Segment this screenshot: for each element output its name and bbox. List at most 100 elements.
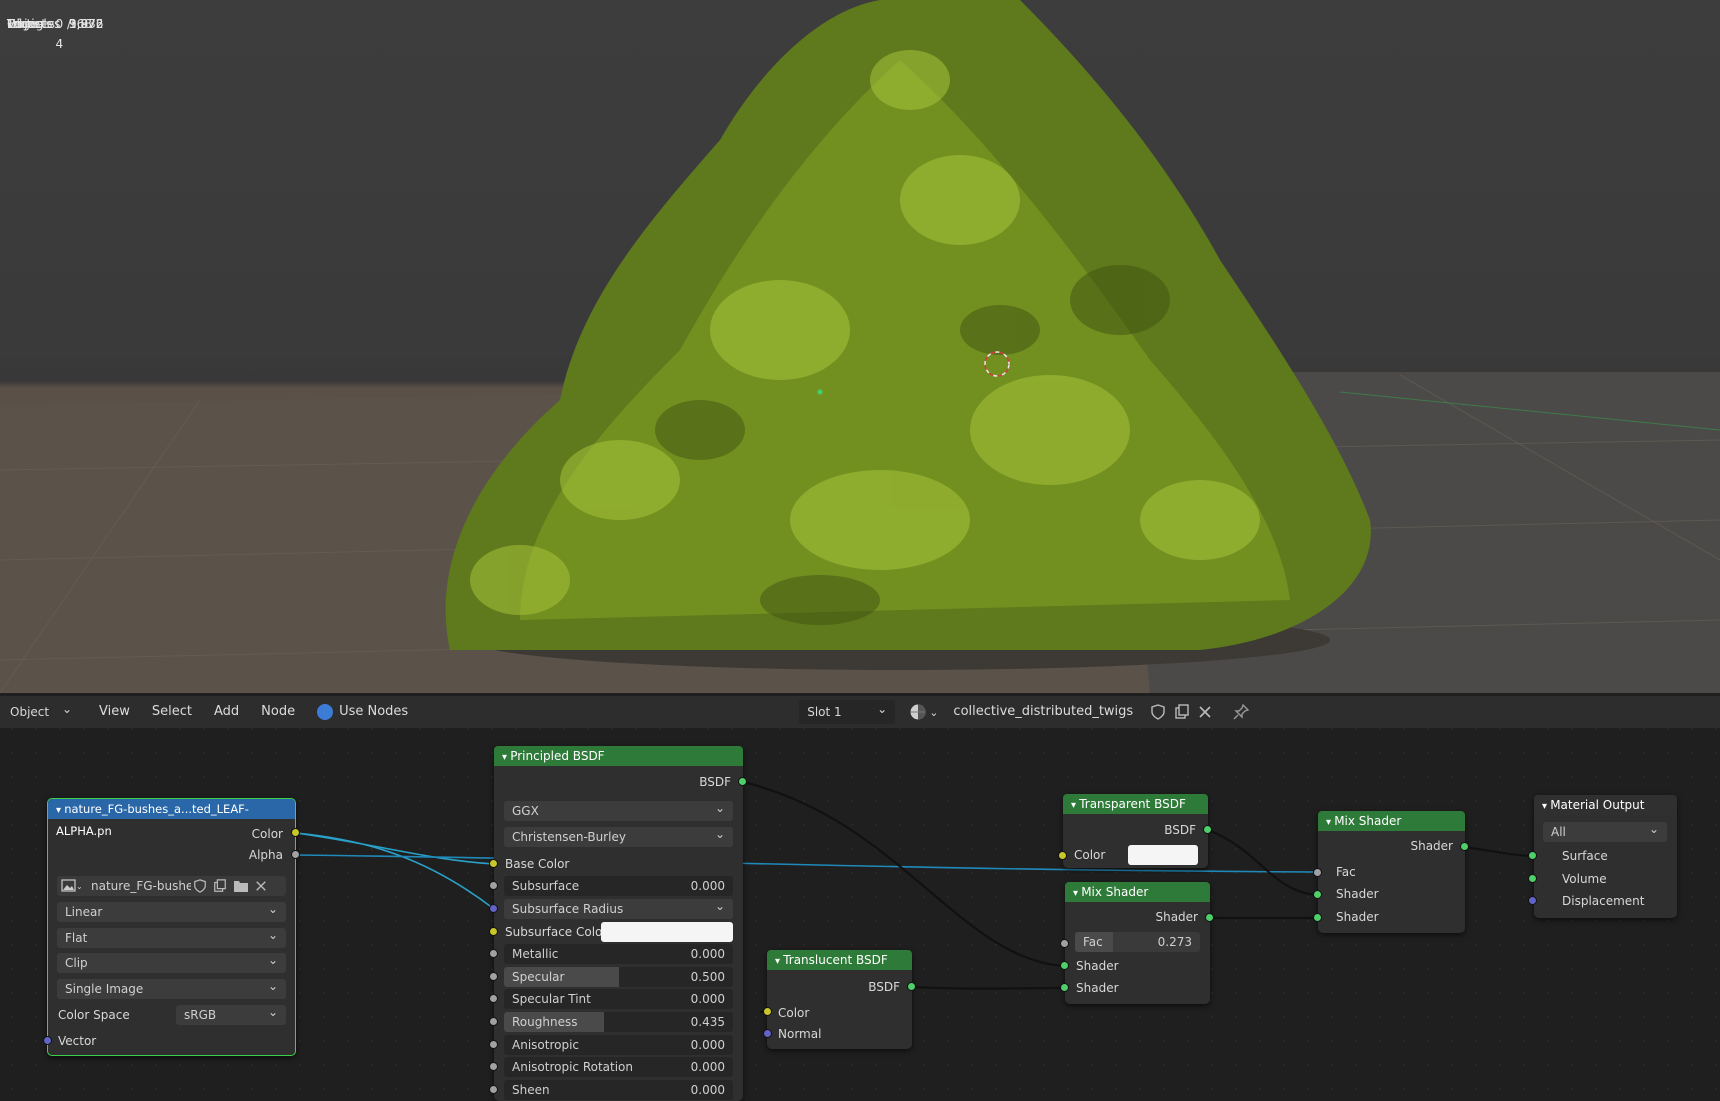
input-fac-label: Fac [1336,865,1356,879]
socket-surface-in[interactable] [1528,851,1537,860]
node-title[interactable]: nature_FG-bushes_a...ted_LEAF-ALPHA.pn [48,799,295,838]
projection-value: Flat [65,931,88,945]
slider-value: 0.000 [690,879,725,893]
color-space-value: sRGB [184,1008,217,1022]
node-title[interactable]: Transparent BSDF [1063,794,1208,814]
output-alpha-label: Alpha [248,848,283,862]
sheen-slider[interactable]: Sheen 0.000 [504,1080,733,1100]
output-bsdf-label: BSDF [699,775,731,789]
distribution-value: GGX [512,804,539,818]
image-texture-node[interactable]: nature_FG-bushes_a...ted_LEAF-ALPHA.pn C… [47,798,296,1056]
socket-shader-in[interactable] [1060,983,1069,992]
input-color-label: Color [1074,848,1106,862]
socket-anisotropic-rotation-in[interactable] [489,1062,498,1071]
image-datablock-field[interactable]: ⌄ nature_FG-bushes... [57,876,286,896]
subsurface-method-select[interactable]: Christensen-Burley [504,827,733,847]
socket-metallic-in[interactable] [489,949,498,958]
projection-select[interactable]: Flat [57,928,286,948]
specular-slider[interactable]: Specular 0.500 [504,967,733,987]
socket-color-in[interactable] [763,1007,772,1016]
metallic-slider[interactable]: Metallic 0.000 [504,944,733,964]
svg-text:⌄: ⌄ [76,882,81,891]
node-title[interactable]: Mix Shader [1318,811,1465,831]
slider-label: Specular [512,970,565,984]
socket-subsurface-radius-in[interactable] [489,904,498,913]
mix-shader-node-1[interactable]: Mix Shader Shader Fac 0.273 Shader Shader [1065,882,1210,1004]
slider-value: 0.000 [690,1083,725,1097]
material-output-node[interactable]: Material Output All Surface Volume Displ… [1534,795,1677,918]
output-target-select[interactable]: All [1543,822,1667,842]
translucent-bsdf-node[interactable]: Translucent BSDF BSDF Color Normal [767,950,912,1049]
socket-specular-tint-in[interactable] [489,994,498,1003]
roughness-slider[interactable]: Roughness 0.435 [504,1012,733,1032]
socket-bsdf-out[interactable] [1203,825,1212,834]
socket-subsurface-in[interactable] [489,881,498,890]
slider-value: 0.000 [690,1038,725,1052]
slider-value: 0.273 [1157,935,1192,949]
socket-base-color-in[interactable] [489,859,498,868]
socket-normal-in[interactable] [763,1029,772,1038]
input-color-label: Color [778,1006,810,1020]
socket-fac-in[interactable] [1060,939,1069,948]
socket-shader-out[interactable] [1205,913,1214,922]
anisotropic-slider[interactable]: Anisotropic 0.000 [504,1035,733,1055]
fake-user-shield-icon[interactable] [193,879,207,893]
socket-shader-in[interactable] [1060,961,1069,970]
socket-fac-in[interactable] [1313,868,1322,877]
node-title[interactable]: Material Output [1534,795,1677,815]
subsurface-color-swatch[interactable] [601,922,733,942]
socket-color-out[interactable] [291,828,300,837]
subsurface-radius-label: Subsurface Radius [512,902,624,916]
specular-tint-slider[interactable]: Specular Tint 0.000 [504,989,733,1009]
folder-icon[interactable] [233,879,249,893]
socket-shader-in[interactable] [1313,913,1322,922]
extension-value: Clip [65,956,88,970]
socket-bsdf-out[interactable] [907,982,916,991]
slider-value: 0.500 [690,970,725,984]
slider-label: Specular Tint [512,992,591,1006]
socket-color-in[interactable] [1058,851,1067,860]
socket-sheen-in[interactable] [489,1085,498,1094]
principled-bsdf-node[interactable]: Principled BSDF BSDF GGX Christensen-Bur… [494,746,743,1101]
output-bsdf-label: BSDF [1164,823,1196,837]
source-select[interactable]: Single Image [57,979,286,999]
output-shader-label: Shader [1410,839,1453,853]
socket-shader-out[interactable] [1460,842,1469,851]
socket-specular-in[interactable] [489,972,498,981]
socket-displacement-in[interactable] [1528,896,1537,905]
slider-value: 0.000 [690,1060,725,1074]
socket-roughness-in[interactable] [489,1017,498,1026]
node-title[interactable]: Principled BSDF [494,746,743,766]
socket-volume-in[interactable] [1528,874,1537,883]
anisotropic-rotation-slider[interactable]: Anisotropic Rotation 0.000 [504,1057,733,1077]
socket-vector-in[interactable] [43,1036,52,1045]
node-title[interactable]: Translucent BSDF [767,950,912,970]
mix-shader-node-2[interactable]: Mix Shader Shader Fac Shader Shader [1318,811,1465,933]
subsurface-slider[interactable]: Subsurface 0.000 [504,876,733,896]
socket-shader-in[interactable] [1313,890,1322,899]
subsurface-radius-select[interactable]: Subsurface Radius [504,899,733,919]
duplicate-icon[interactable] [213,879,227,893]
socket-subsurface-color-in[interactable] [489,927,498,936]
input-base-color-label: Base Color [505,857,570,871]
source-value: Single Image [65,982,144,996]
slider-label: Roughness [512,1015,578,1029]
socket-alpha-out[interactable] [291,850,300,859]
output-bsdf-label: BSDF [868,980,900,994]
socket-anisotropic-in[interactable] [489,1040,498,1049]
socket-bsdf-out[interactable] [738,777,747,786]
input-shader-label: Shader [1076,981,1119,995]
extension-select[interactable]: Clip [57,953,286,973]
color-swatch[interactable] [1128,845,1198,865]
input-shader-label: Shader [1076,959,1119,973]
slider-label: Subsurface [512,879,580,893]
close-icon[interactable] [255,880,267,892]
slider-label: Sheen [512,1083,550,1097]
input-shader-label: Shader [1336,910,1379,924]
color-space-select[interactable]: sRGB [176,1005,286,1025]
fac-slider[interactable]: Fac 0.273 [1075,932,1200,952]
transparent-bsdf-node[interactable]: Transparent BSDF BSDF Color [1063,794,1208,868]
node-title[interactable]: Mix Shader [1065,882,1210,902]
interpolation-select[interactable]: Linear [57,902,286,922]
distribution-select[interactable]: GGX [504,801,733,821]
